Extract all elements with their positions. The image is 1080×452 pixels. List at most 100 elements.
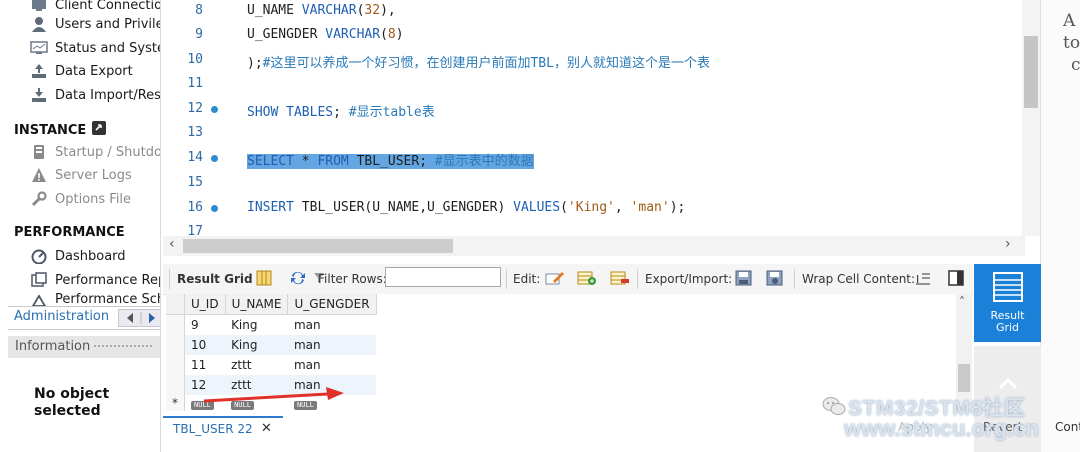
code-line-10: );#这里可以养成一个好习惯，在创建用户前面加TBL，别人就知道这个是一个表 [247, 56, 710, 71]
line-number: 8 [195, 3, 203, 18]
line-number: 11 [187, 76, 203, 91]
close-icon[interactable]: ✕ [261, 421, 272, 436]
performance-header: PERFORMANCE [14, 225, 125, 240]
nav-item-performance-reports[interactable]: Performance Rep [30, 269, 161, 291]
sql-editor[interactable]: 8 9 10 11 12 13 14 15 16 17 U_NAME VARCH… [163, 0, 1038, 262]
navigator-panel: Client Connectio Users and Privileg Stat… [0, 0, 161, 452]
line-number: 12 [187, 101, 203, 116]
table-cell[interactable]: man [287, 335, 377, 355]
wrap-cell-content-label: Wrap Cell Content: [802, 272, 916, 286]
scroll-up-icon[interactable]: ˄ [959, 295, 965, 309]
export-icon[interactable] [735, 270, 753, 286]
line-number: 10 [187, 52, 203, 67]
table-row[interactable]: 9 King man [166, 314, 376, 336]
line-number: 14 [187, 150, 203, 165]
table-cell[interactable]: King [225, 335, 288, 355]
scroll-right-icon[interactable]: › [1005, 236, 1011, 252]
filter-rows-input[interactable] [385, 267, 501, 287]
nav-item-options-file[interactable]: Options File [30, 188, 131, 210]
table-cell[interactable]: 11 [185, 355, 226, 375]
scrollbar-thumb[interactable] [958, 364, 970, 392]
table-cell[interactable]: man [288, 355, 376, 375]
table-cell[interactable]: 9 [185, 315, 226, 336]
result-grid-side-button[interactable]: Result Grid [974, 264, 1041, 342]
line-number: 13 [187, 125, 203, 140]
export-import-label: Export/Import: [645, 272, 733, 286]
column-header[interactable]: U_ID [184, 294, 226, 315]
grid-view-icon[interactable] [256, 270, 274, 286]
table-cell[interactable]: man [288, 315, 376, 336]
statement-marker-icon [211, 106, 218, 113]
result-grid-label: Result Grid [177, 272, 253, 286]
annotation-arrow-icon [203, 387, 344, 403]
row-header[interactable] [166, 375, 185, 395]
scroll-left-icon[interactable]: ‹ [169, 236, 175, 252]
nav-item-data-export[interactable]: Data Export [30, 60, 133, 82]
toolbar-divider [637, 269, 638, 289]
result-grid-icon [993, 272, 1023, 302]
wechat-icon [822, 397, 846, 415]
chevron-up-icon[interactable] [998, 376, 1018, 390]
no-object-selected-text: No object selected [34, 386, 110, 419]
add-row-icon[interactable] [577, 270, 596, 286]
edit-label: Edit: [513, 272, 541, 286]
line-number: 16 [187, 200, 203, 215]
nav-item-startup[interactable]: Startup / Shutdo [30, 141, 161, 163]
result-tab[interactable]: TBL_USER 22 ✕ [163, 416, 283, 442]
toolbar-divider [169, 269, 170, 289]
editor-horizontal-scrollbar[interactable]: ‹ › [163, 236, 1025, 256]
tab-administration[interactable]: Administration [14, 309, 109, 324]
data-export-icon [30, 63, 48, 79]
nav-item-users[interactable]: Users and Privileg [30, 13, 160, 35]
table-cell[interactable]: zttt [225, 355, 288, 375]
table-cell[interactable]: 10 [184, 335, 226, 355]
toggle-panel-icon[interactable] [948, 270, 966, 286]
edit-row-icon[interactable] [545, 270, 564, 286]
nav-item-dashboard[interactable]: Dashboard [30, 245, 126, 267]
row-header-corner [166, 294, 185, 315]
nav-item-label: Dashboard [55, 248, 126, 264]
nav-item-label: Data Export [55, 63, 133, 79]
row-header[interactable] [166, 314, 185, 335]
instance-icon [92, 121, 107, 139]
wrap-text-icon[interactable]: I [915, 270, 933, 286]
new-row-marker: * [166, 395, 185, 411]
nav-item-label: Options File [55, 191, 132, 207]
column-header[interactable]: U_NAME [225, 294, 289, 315]
watermark-line-2: www.stmcu.org.cn [844, 416, 1039, 441]
table-header-row: U_ID U_NAME U_GENGDER [166, 294, 377, 315]
editor-vertical-scrollbar[interactable] [1022, 0, 1040, 236]
nav-item-label: Startup / Shutdo [55, 144, 161, 160]
code-line-14: SELECT * FROM TBL_USER; #显示表中的数据 [247, 154, 534, 169]
table-row[interactable]: 11 zttt man [166, 355, 376, 375]
result-tab-label: TBL_USER 22 [173, 422, 253, 436]
instance-header: INSTANCE [14, 121, 107, 139]
toolbar-divider [794, 269, 795, 289]
nav-item-server-logs[interactable]: Server Logs [30, 164, 132, 186]
toolbar-divider [506, 269, 507, 289]
row-header[interactable] [166, 335, 185, 355]
code-line-16: INSERT TBL_USER(U_NAME,U_GENGDER) VALUES… [247, 200, 686, 215]
table-row[interactable]: 10 King man [166, 335, 377, 355]
wrench-icon [30, 191, 48, 207]
row-header[interactable] [166, 355, 185, 375]
nav-item-label: Performance Sch [55, 292, 161, 306]
import-icon[interactable] [766, 270, 784, 286]
performance-schema-icon [30, 292, 48, 306]
information-header: Information [8, 336, 160, 358]
nav-item-status[interactable]: Status and Systen [30, 37, 160, 59]
navigator-tab-arrows[interactable] [118, 309, 160, 327]
nav-item-label: Performance Rep [55, 272, 161, 288]
nav-item-performance-schema[interactable]: Performance Sch [30, 292, 161, 306]
result-grid-button-label: Result Grid [990, 309, 1025, 334]
column-header[interactable]: U_GENGDER [287, 294, 377, 315]
refresh-icon[interactable] [289, 270, 307, 286]
nav-item-data-import[interactable]: Data Import/Rest [30, 84, 160, 106]
scrollbar-thumb[interactable] [183, 239, 453, 253]
result-toolbar: Result Grid Filter Rows: Edit: Export/Im… [163, 264, 973, 295]
scrollbar-thumb[interactable] [1024, 36, 1038, 108]
table-cell[interactable]: King [225, 315, 288, 336]
watermark: STM32/STM8社区 www.stmcu.org.cn [822, 390, 1080, 444]
delete-row-icon[interactable] [610, 270, 629, 286]
users-icon [30, 16, 48, 32]
